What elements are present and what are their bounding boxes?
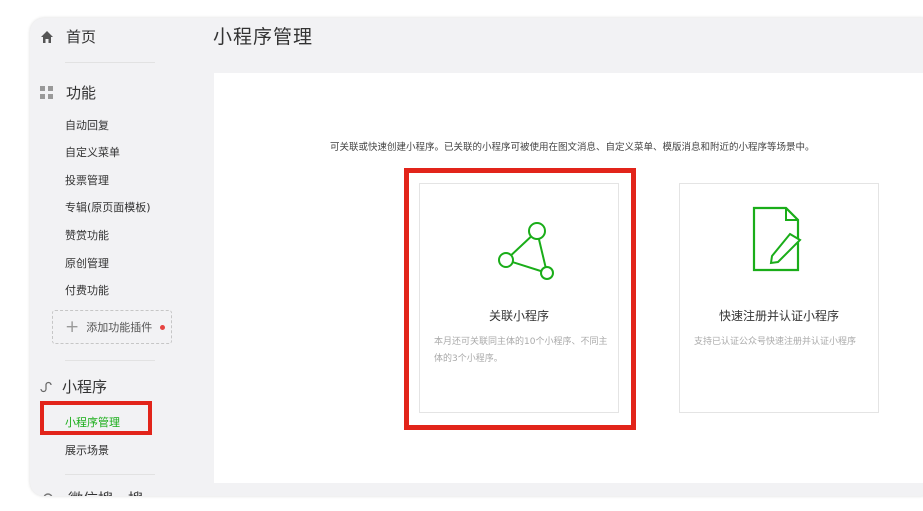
divider bbox=[65, 62, 155, 63]
page-title: 小程序管理 bbox=[213, 26, 314, 48]
section-function: 功能 bbox=[40, 82, 96, 103]
main-panel: 可关联或快速创建小程序。已关联的小程序可被使用在图文消息、自定义菜单、模版消息和… bbox=[214, 73, 923, 483]
divider bbox=[65, 360, 155, 361]
divider bbox=[65, 474, 155, 475]
annotation-highlight-box bbox=[404, 168, 636, 430]
section-title: 功能 bbox=[66, 84, 97, 102]
card-title: 快速注册并认证小程序 bbox=[718, 309, 839, 323]
document-edit-icon bbox=[752, 206, 802, 272]
plus-icon: + bbox=[65, 316, 80, 337]
sidebar: 首页 功能 自动回复 自定义菜单 投票管理 专辑(原页面模板) 赞赏功能 原创管… bbox=[30, 18, 202, 496]
section-title: 小程序 bbox=[62, 378, 108, 396]
card-description: 支持已认证公众号快速注册并认证小程序 bbox=[694, 337, 857, 347]
grid-icon bbox=[40, 86, 53, 99]
sidebar-item-home[interactable]: 首页 bbox=[40, 26, 96, 47]
sidebar-item-reward[interactable]: 赞赏功能 bbox=[65, 227, 109, 243]
miniprogram-icon bbox=[40, 381, 52, 392]
sidebar-item-label: 微信搜一搜 bbox=[68, 488, 143, 496]
sidebar-item-custom-menu[interactable]: 自定义菜单 bbox=[65, 144, 120, 160]
intro-text: 可关联或快速创建小程序。已关联的小程序可被使用在图文消息、自定义菜单、模版消息和… bbox=[330, 142, 815, 153]
add-plugin-label: 添加功能插件 bbox=[86, 321, 153, 334]
sidebar-item-label: 首页 bbox=[66, 28, 97, 46]
annotation-highlight-box bbox=[40, 401, 152, 435]
sidebar-item-wechat-search[interactable]: 微信搜一搜 bbox=[42, 488, 143, 496]
search-icon bbox=[43, 492, 53, 496]
section-miniprogram: 小程序 bbox=[38, 376, 107, 397]
home-icon bbox=[41, 30, 53, 43]
sidebar-item-original[interactable]: 原创管理 bbox=[65, 255, 109, 271]
add-plugin-button[interactable]: + 添加功能插件 bbox=[52, 310, 172, 344]
app-frame: 首页 功能 自动回复 自定义菜单 投票管理 专辑(原页面模板) 赞赏功能 原创管… bbox=[30, 18, 923, 496]
card-quick-register[interactable]: 快速注册并认证小程序 支持已认证公众号快速注册并认证小程序 bbox=[679, 183, 879, 413]
sidebar-item-paid[interactable]: 付费功能 bbox=[65, 282, 109, 298]
sidebar-item-auto-reply[interactable]: 自动回复 bbox=[65, 117, 109, 133]
sidebar-item-vote[interactable]: 投票管理 bbox=[65, 172, 109, 188]
notification-dot bbox=[160, 324, 166, 330]
sidebar-item-album[interactable]: 专辑(原页面模板) bbox=[65, 199, 151, 215]
sidebar-item-display-scene[interactable]: 展示场景 bbox=[65, 442, 109, 458]
